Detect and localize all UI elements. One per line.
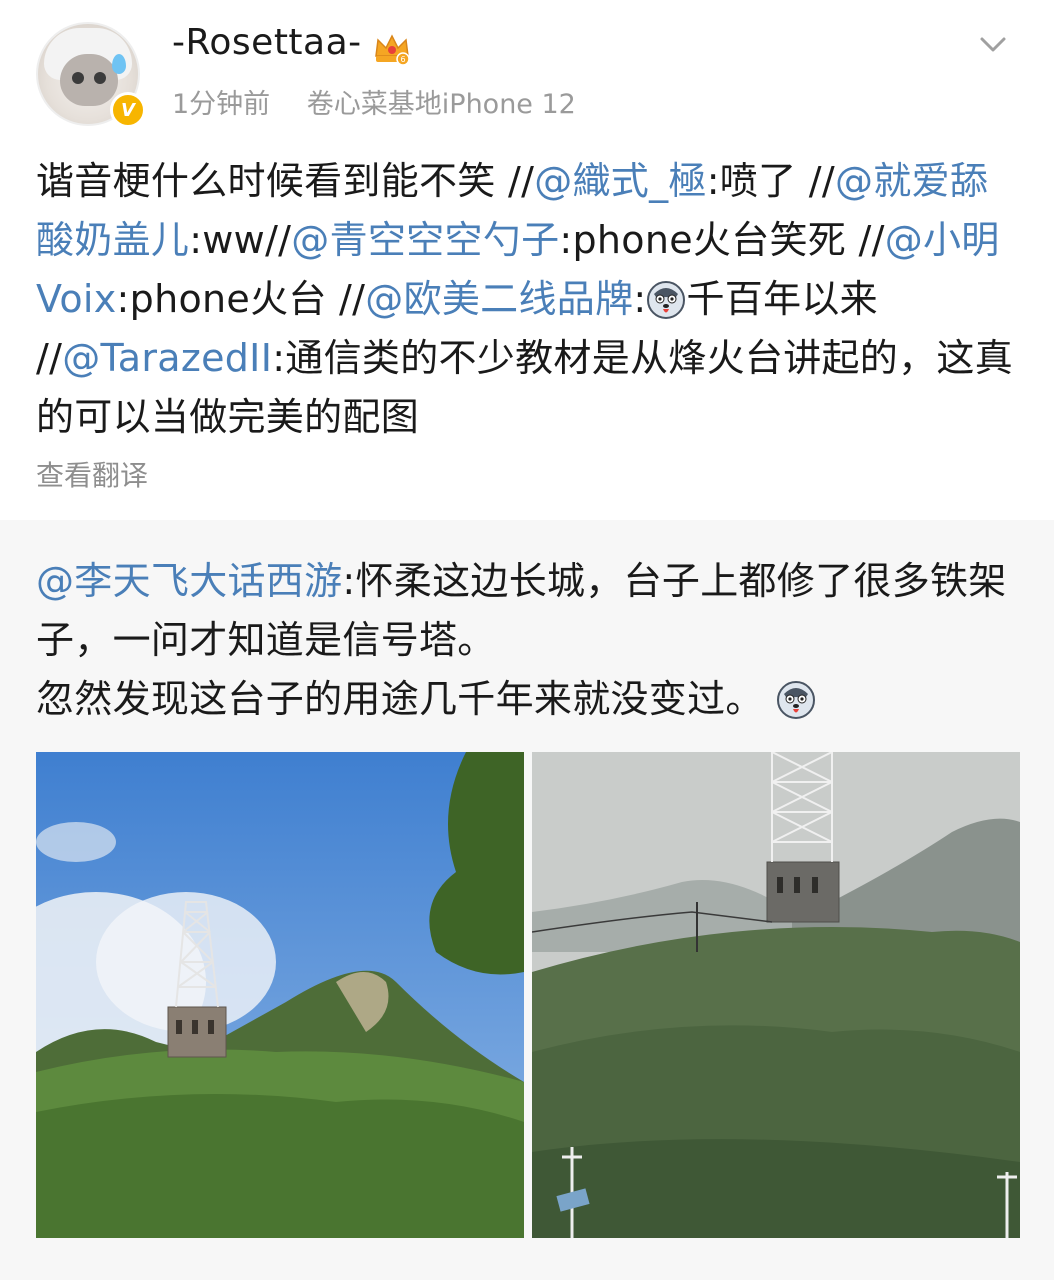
post-text-segment: :phone火台 // xyxy=(116,277,366,321)
post-text-segment: :phone火台笑死 // xyxy=(559,218,885,262)
chevron-down-icon[interactable] xyxy=(978,34,1008,56)
water-drop-icon xyxy=(112,54,126,74)
repost-text-line: 忽然发现这台子的用途几千年来就没变过。 xyxy=(36,677,764,721)
great-wall-tower-photo-2[interactable] xyxy=(532,752,1020,1238)
husky-emoji-icon xyxy=(647,281,686,319)
post-source[interactable]: 卷心菜基地iPhone 12 xyxy=(307,89,576,120)
post-time: 1分钟前 xyxy=(172,89,271,120)
post-text-segment: : xyxy=(633,277,647,321)
post-text-segment: 谐音梗什么时候看到能不笑 // xyxy=(36,159,535,203)
avatar[interactable]: V xyxy=(36,22,146,128)
mention-link[interactable]: @織式_極 xyxy=(534,159,707,203)
reposted-content[interactable]: @李天飞大话西游:怀柔这边长城，台子上都修了很多铁架子，一问才知道是信号塔。 忽… xyxy=(0,520,1054,1280)
husky-emoji-icon xyxy=(777,681,816,719)
mention-link[interactable]: @欧美二线品牌 xyxy=(365,277,633,321)
post-header: V -Rosettaa- 6 1分钟前 卷心菜基地iPhone 12 xyxy=(0,0,1054,130)
post-meta: 1分钟前 卷心菜基地iPhone 12 xyxy=(172,82,604,121)
great-wall-tower-photo-1[interactable] xyxy=(36,752,524,1238)
post-body: 谐音梗什么时候看到能不笑 //@織式_極:喷了 //@就爱舔酸奶盖儿:ww//@… xyxy=(36,152,1016,447)
post-text-segment: :喷了 // xyxy=(706,159,835,203)
translate-link[interactable]: 查看翻译 xyxy=(36,454,148,494)
repost-body: @李天飞大话西游:怀柔这边长城，台子上都修了很多铁架子，一问才知道是信号塔。 忽… xyxy=(36,552,1016,729)
crown-icon: 6 xyxy=(375,34,410,66)
mention-link[interactable]: @青空空空勺子 xyxy=(291,218,559,262)
mention-link[interactable]: @TarazedII xyxy=(62,336,272,380)
username[interactable]: -Rosettaa- xyxy=(172,22,362,63)
verified-badge-icon: V xyxy=(110,92,146,128)
svg-text:6: 6 xyxy=(400,55,405,64)
post-text-segment: :ww// xyxy=(189,218,292,262)
repost-author-mention[interactable]: @李天飞大话西游 xyxy=(36,559,342,603)
